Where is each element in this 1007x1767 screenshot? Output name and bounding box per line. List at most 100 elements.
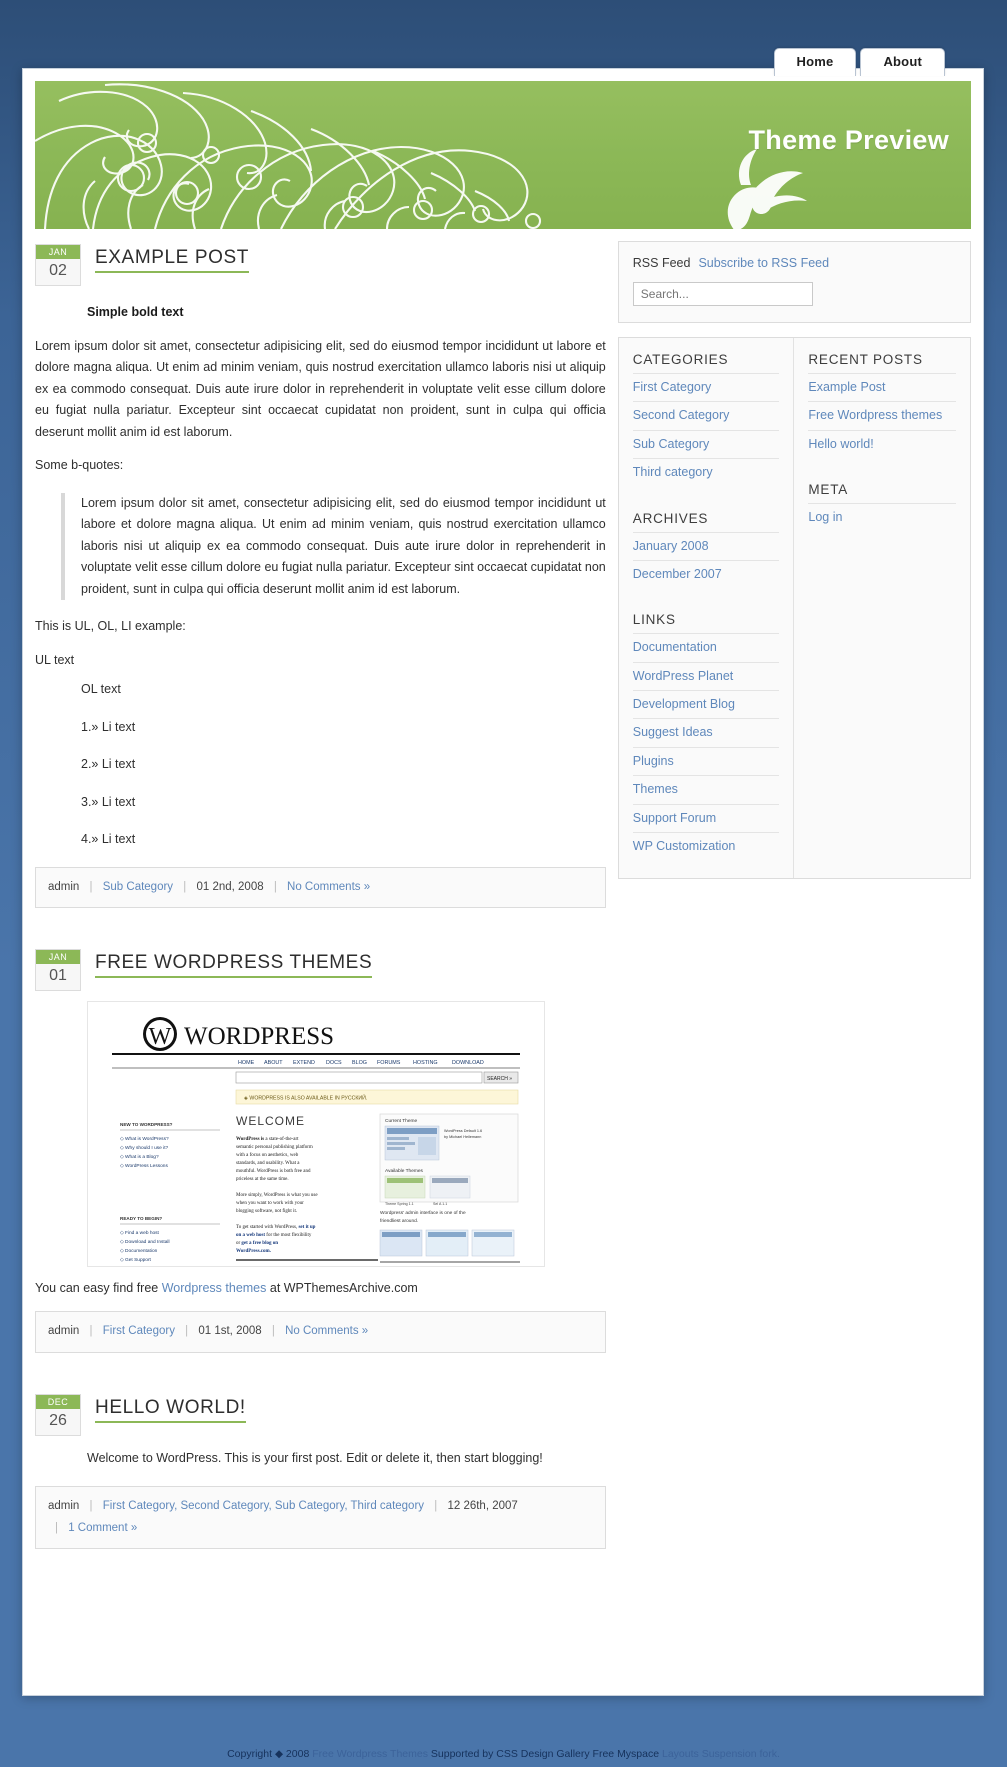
svg-text:standards, and usability. What: standards, and usability. What a bbox=[236, 1161, 300, 1166]
wordpress-themes-link[interactable]: Wordpress themes bbox=[162, 1281, 267, 1295]
external-link[interactable]: Suggest Ideas bbox=[633, 723, 780, 742]
wordpress-homepage-thumbnail: W WORDPRESS HOME ABOUT EXTEND DOCS BLOG … bbox=[88, 1002, 544, 1267]
list-item[interactable]: Hello world! bbox=[808, 429, 956, 458]
list-item[interactable]: Documentation bbox=[632, 633, 780, 661]
svg-text:WordPress.com.: WordPress.com. bbox=[236, 1249, 272, 1254]
meta-category-link[interactable]: First Category bbox=[103, 1325, 175, 1337]
recent-post-link[interactable]: Example Post bbox=[808, 378, 956, 397]
list-item[interactable]: WP Customization bbox=[632, 831, 780, 860]
list-item: 1.» Li text bbox=[81, 719, 136, 734]
list-item: 2.» Li text bbox=[81, 757, 136, 771]
meta-comments-link[interactable]: 1 Comment » bbox=[68, 1522, 137, 1534]
post-paragraph: Welcome to WordPress. This is your first… bbox=[87, 1451, 543, 1466]
svg-text:on a web host for the most fle: on a web host for the most flexibility bbox=[236, 1233, 312, 1238]
category-link[interactable]: Second Category bbox=[633, 406, 780, 425]
external-link[interactable]: WP Customization bbox=[633, 837, 780, 856]
list-item[interactable]: Free Wordpress themes bbox=[808, 401, 956, 429]
meta-date: 01 2nd, 2008 bbox=[196, 880, 264, 893]
archive-link[interactable]: January 2008 bbox=[633, 537, 780, 556]
svg-text:DOWNLOAD: DOWNLOAD bbox=[452, 1060, 484, 1066]
meta-separator: | bbox=[434, 1499, 438, 1512]
external-link[interactable]: Themes bbox=[633, 780, 780, 799]
archive-link[interactable]: December 2007 bbox=[633, 565, 780, 584]
svg-text:◈ WORDPRESS IS ALSO AVAILABLE: ◈ WORDPRESS IS ALSO AVAILABLE IN РУССКИЙ… bbox=[244, 1094, 367, 1102]
list-item: 3.» Li text bbox=[81, 794, 136, 809]
list-item[interactable]: Suggest Ideas bbox=[632, 718, 780, 746]
footer-link-layouts[interactable]: Layouts Suspension fork. bbox=[662, 1748, 780, 1760]
date-month: JAN bbox=[36, 950, 80, 965]
svg-text:SEARCH »: SEARCH » bbox=[487, 1076, 512, 1082]
category-link[interactable]: Sub Category bbox=[633, 435, 780, 454]
external-link[interactable]: Documentation bbox=[633, 638, 780, 657]
category-link[interactable]: Third category bbox=[633, 463, 780, 482]
post-header: JAN 01 FREE WORDPRESS THEMES bbox=[35, 946, 606, 992]
list-item: 4.» Li text bbox=[81, 832, 136, 846]
category-link[interactable]: First Category bbox=[633, 378, 780, 397]
login-link[interactable]: Log in bbox=[808, 508, 956, 527]
external-link[interactable]: Development Blog bbox=[633, 695, 780, 714]
svg-text:mouthful. WordPress is both fr: mouthful. WordPress is both free and bbox=[236, 1169, 311, 1174]
list-item[interactable]: Log in bbox=[808, 503, 956, 531]
post-title[interactable]: EXAMPLE POST bbox=[95, 247, 249, 273]
site-title: Theme Preview bbox=[748, 125, 949, 155]
svg-text:Sel A 1.1: Sel A 1.1 bbox=[433, 1202, 447, 1206]
meta-comments-link[interactable]: No Comments » bbox=[287, 881, 370, 893]
list-item[interactable]: First Category bbox=[632, 373, 780, 401]
svg-text:WELCOME: WELCOME bbox=[236, 1114, 305, 1128]
wordpress-screenshot-image: W WORDPRESS HOME ABOUT EXTEND DOCS BLOG … bbox=[87, 1001, 545, 1268]
recent-post-link[interactable]: Free Wordpress themes bbox=[808, 406, 956, 425]
sidebar-column: RSS Feed Subscribe to RSS Feed CATEGORIES… bbox=[617, 241, 971, 1587]
list-item[interactable]: Second Category bbox=[632, 401, 780, 429]
search-input[interactable] bbox=[632, 282, 813, 306]
list-item[interactable]: Support Forum bbox=[632, 803, 780, 832]
main-columns: JAN 02 EXAMPLE POST Simple bold text Lor… bbox=[23, 229, 983, 1587]
svg-text:WordPress Default 1.6: WordPress Default 1.6 bbox=[444, 1129, 482, 1133]
external-link[interactable]: Support Forum bbox=[633, 809, 780, 828]
list-item[interactable]: Plugins bbox=[632, 746, 780, 775]
external-link[interactable]: Plugins bbox=[633, 752, 780, 771]
meta-author: admin bbox=[48, 1499, 80, 1512]
external-link[interactable]: WordPress Planet bbox=[633, 667, 780, 686]
tab-about[interactable]: About bbox=[860, 48, 945, 77]
post-body: Simple bold text Lorem ipsum dolor sit a… bbox=[35, 302, 606, 851]
caption-prefix: You can easy find free bbox=[35, 1281, 162, 1296]
list-item[interactable]: Sub Category bbox=[632, 429, 780, 458]
list-item[interactable]: Themes bbox=[632, 775, 780, 803]
footer-copyright: Copyright bbox=[227, 1748, 275, 1760]
meta-category-link[interactable]: First Category, Second Category, Sub Cat… bbox=[103, 1500, 424, 1512]
svg-text:NEW TO WORDPRESS?: NEW TO WORDPRESS? bbox=[120, 1122, 173, 1127]
post-title[interactable]: HELLO WORLD! bbox=[95, 1397, 246, 1424]
meta-category-link[interactable]: Sub Category bbox=[103, 881, 173, 893]
list-item[interactable]: Development Blog bbox=[632, 690, 780, 718]
footer-link-themes[interactable]: Free Wordpress Themes bbox=[312, 1748, 428, 1760]
list-item[interactable]: WordPress Planet bbox=[632, 661, 780, 690]
meta-author: admin bbox=[48, 1325, 80, 1338]
widget-title-categories: CATEGORIES bbox=[632, 352, 729, 367]
list-item: UL text bbox=[35, 652, 75, 667]
svg-text:◇ Why should I use it?: ◇ Why should I use it? bbox=[120, 1145, 169, 1151]
date-day: 26 bbox=[36, 1409, 80, 1436]
recent-post-link[interactable]: Hello world! bbox=[808, 435, 956, 454]
footer-link-gallery[interactable]: CSS Design Gallery bbox=[496, 1748, 589, 1760]
svg-text:with a focus on aesthetics, we: with a focus on aesthetics, web bbox=[236, 1153, 299, 1158]
svg-text:◇ What is WordPress?: ◇ What is WordPress? bbox=[120, 1136, 169, 1142]
post-title[interactable]: FREE WORDPRESS THEMES bbox=[95, 952, 373, 979]
subscribe-rss-link[interactable]: Subscribe to RSS Feed bbox=[698, 256, 829, 270]
svg-text:DOCS: DOCS bbox=[326, 1060, 342, 1066]
meta-list: Log in bbox=[808, 503, 956, 531]
content-column: JAN 02 EXAMPLE POST Simple bold text Lor… bbox=[35, 241, 606, 1587]
footer-year: 2008 bbox=[283, 1748, 313, 1760]
list-item[interactable]: January 2008 bbox=[632, 531, 780, 560]
tab-home[interactable]: Home bbox=[773, 48, 857, 77]
meta-comments-link[interactable]: No Comments » bbox=[285, 1325, 368, 1337]
date-month: JAN bbox=[36, 245, 80, 259]
svg-text:BLOG: BLOG bbox=[352, 1060, 367, 1066]
list-item[interactable]: December 2007 bbox=[632, 559, 780, 588]
list-item[interactable]: Example Post bbox=[808, 373, 956, 401]
list-item[interactable]: Third category bbox=[632, 458, 780, 486]
svg-text:Wordpress' admin interface is: Wordpress' admin interface is one of the bbox=[380, 1210, 466, 1216]
top-navigation: Home About bbox=[773, 48, 945, 77]
categories-list: First Category Second Category Sub Categ… bbox=[632, 373, 780, 487]
svg-text:HOME: HOME bbox=[238, 1060, 255, 1066]
post-header: JAN 02 EXAMPLE POST bbox=[35, 241, 606, 286]
